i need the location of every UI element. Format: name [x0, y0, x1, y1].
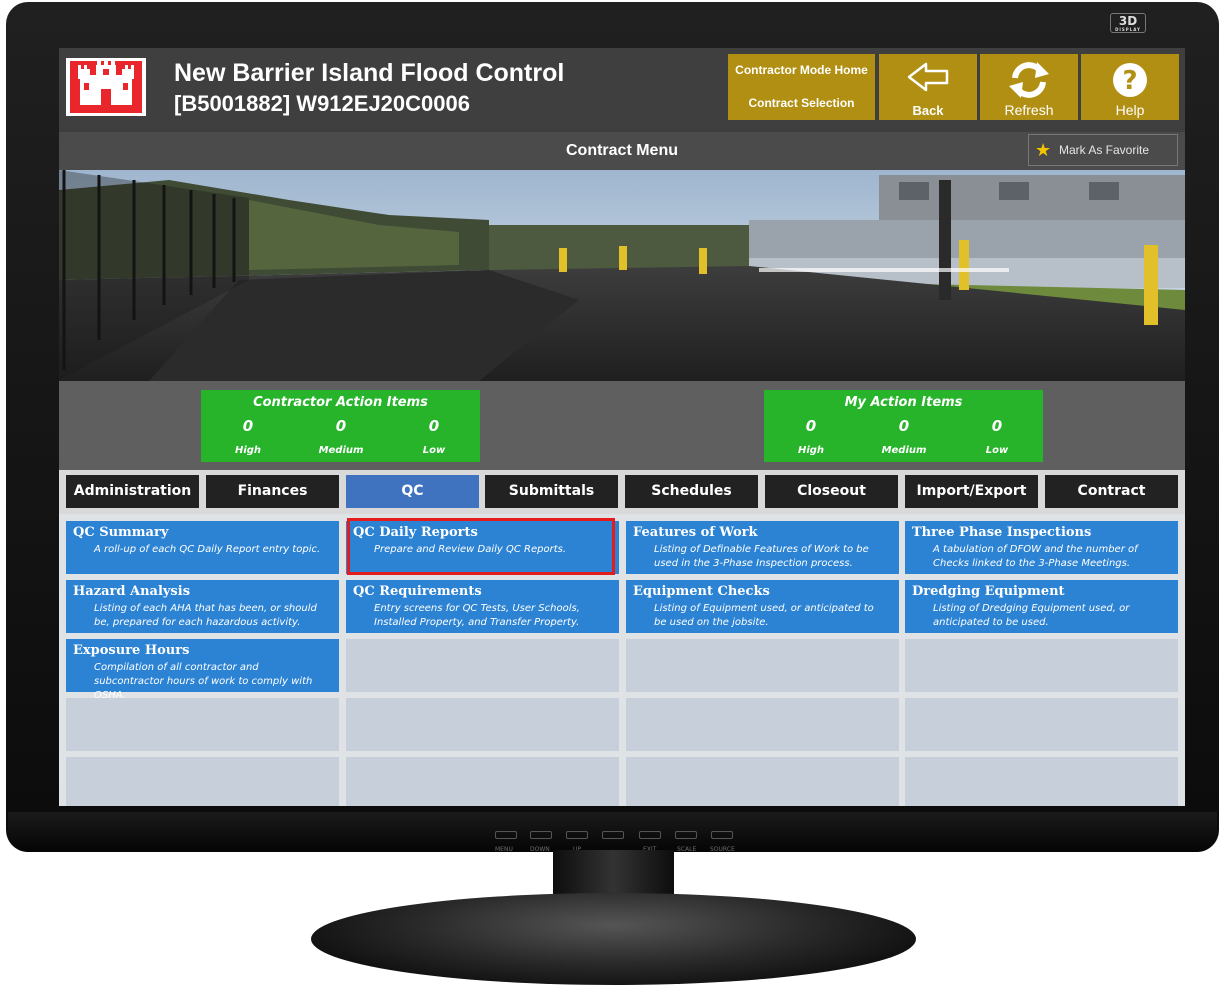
- svg-text:?: ?: [1122, 66, 1137, 96]
- my-low-count: 0: [991, 417, 1003, 435]
- exposure-hours-tile[interactable]: Exposure Hours Compilation of all contra…: [66, 639, 339, 701]
- hazard-analysis-tile[interactable]: Hazard Analysis Listing of each AHA that…: [66, 580, 339, 633]
- 3d-display-badge: 3D DISPLAY: [1110, 13, 1146, 33]
- back-label: Back: [912, 103, 944, 118]
- tab-import-export[interactable]: Import/Export: [905, 475, 1038, 508]
- app-header: New Barrier Island Flood Control [B50018…: [59, 48, 1185, 128]
- tile-title: QC Summary: [73, 525, 169, 540]
- contractor-high-count: 0: [242, 417, 254, 435]
- monitor-menu-label: MENU: [495, 846, 513, 853]
- contractor-high-label: High: [234, 445, 262, 456]
- equipment-checks-tile[interactable]: Equipment Checks Listing of Equipment us…: [626, 580, 899, 633]
- tile-description: Compilation of all contractor and subcon…: [94, 662, 313, 701]
- back-button[interactable]: Back: [879, 54, 977, 120]
- tile-title: Hazard Analysis: [73, 584, 191, 599]
- back-arrow-icon: [907, 62, 949, 92]
- contract-selection-button[interactable]: Contract Selection: [728, 87, 875, 120]
- monitor-power-button[interactable]: [602, 831, 624, 839]
- my-high-label: High: [797, 445, 825, 456]
- tile-title: Equipment Checks: [633, 584, 770, 599]
- tile-title: Three Phase Inspections: [912, 525, 1092, 540]
- monitor-stand-base: [311, 893, 916, 985]
- app-screen: New Barrier Island Flood Control [B50018…: [59, 48, 1185, 806]
- empty-tile: [905, 698, 1178, 751]
- tile-description: Listing of Definable Features of Work to…: [654, 544, 869, 569]
- monitor-up-button[interactable]: [566, 831, 588, 839]
- tile-title: Exposure Hours: [73, 643, 190, 658]
- my-low-label: Low: [985, 445, 1009, 456]
- empty-tile: [626, 757, 899, 806]
- contractor-action-items-title: Contractor Action Items: [253, 395, 428, 410]
- qc-requirements-tile[interactable]: QC Requirements Entry screens for QC Tes…: [346, 580, 619, 633]
- tab-closeout[interactable]: Closeout: [765, 475, 898, 508]
- monitor-scale-button[interactable]: [675, 831, 697, 839]
- monitor-down-button[interactable]: [530, 831, 552, 839]
- features-of-work-tile[interactable]: Features of Work Listing of Definable Fe…: [626, 521, 899, 574]
- banner-photo: [59, 170, 1185, 381]
- monitor-menu-button[interactable]: [495, 831, 517, 839]
- contract-menu-bar: Contract Menu: [59, 132, 1185, 170]
- contract-title: New Barrier Island Flood Control: [174, 59, 565, 87]
- mark-as-favorite-button[interactable]: ★ Mark As Favorite: [1028, 134, 1178, 166]
- refresh-button[interactable]: Refresh: [980, 54, 1078, 120]
- tile-title: Dredging Equipment: [912, 584, 1065, 599]
- contractor-mode-home-button[interactable]: Contractor Mode Home: [728, 54, 875, 87]
- help-button[interactable]: ? Help: [1081, 54, 1179, 120]
- tile-description: Listing of Dredging Equipment used, or a…: [933, 603, 1130, 628]
- monitor-source-button[interactable]: [711, 831, 733, 839]
- empty-tile: [346, 639, 619, 692]
- tab-finances[interactable]: Finances: [206, 475, 339, 508]
- star-icon: ★: [1035, 140, 1052, 160]
- empty-tile: [626, 698, 899, 751]
- tab-administration[interactable]: Administration: [66, 475, 199, 508]
- contractor-medium-label: Medium: [318, 445, 364, 456]
- monitor-source-label: SOURCE: [710, 846, 735, 853]
- dredging-equipment-tile[interactable]: Dredging Equipment Listing of Dredging E…: [905, 580, 1178, 633]
- refresh-label: Refresh: [1004, 102, 1054, 118]
- monitor-exit-button[interactable]: [639, 831, 661, 839]
- contractor-medium-count: 0: [335, 417, 347, 435]
- my-action-items-title: My Action Items: [844, 395, 963, 410]
- tile-description: A tabulation of DFOW and the number of C…: [933, 544, 1138, 569]
- tile-description: Listing of each AHA that has been, or sh…: [94, 603, 317, 628]
- contractor-low-count: 0: [428, 417, 440, 435]
- mark-as-favorite-label: Mark As Favorite: [1059, 143, 1150, 157]
- tile-description: Entry screens for QC Tests, User Schools…: [374, 603, 580, 628]
- tile-title: Features of Work: [633, 525, 758, 540]
- tab-submittals[interactable]: Submittals: [485, 475, 618, 508]
- qc-daily-reports-tile[interactable]: QC Daily Reports Prepare and Review Dail…: [346, 521, 619, 574]
- tile-title: QC Daily Reports: [353, 525, 478, 540]
- monitor-scale-label: SCALE: [677, 846, 697, 853]
- qc-menu-grid: QC Summary A roll-up of each QC Daily Re…: [59, 514, 1185, 806]
- monitor-down-label: DOWN: [530, 846, 550, 853]
- empty-tile: [626, 639, 899, 692]
- three-phase-inspections-tile[interactable]: Three Phase Inspections A tabulation of …: [905, 521, 1178, 574]
- usace-castle-logo: [66, 58, 146, 116]
- contractor-action-items-panel[interactable]: Contractor Action Items 0 0 0 High Mediu…: [201, 390, 480, 462]
- help-label: Help: [1115, 102, 1145, 118]
- help-question-icon: ?: [1113, 63, 1147, 97]
- my-action-items-panel[interactable]: My Action Items 0 0 0 High Medium Low: [764, 390, 1043, 462]
- tile-description: A roll-up of each QC Daily Report entry …: [94, 544, 321, 555]
- contract-menu-title: Contract Menu: [566, 142, 678, 159]
- tab-qc[interactable]: QC: [346, 475, 479, 508]
- my-medium-count: 0: [898, 417, 910, 435]
- tile-description: Prepare and Review Daily QC Reports.: [374, 544, 567, 555]
- my-high-count: 0: [805, 417, 817, 435]
- refresh-icon: [1009, 62, 1049, 98]
- empty-tile: [66, 698, 339, 751]
- tab-schedules[interactable]: Schedules: [625, 475, 758, 508]
- tile-title: QC Requirements: [353, 584, 482, 599]
- contractor-low-label: Low: [422, 445, 446, 456]
- my-medium-label: Medium: [881, 445, 927, 456]
- empty-tile: [905, 757, 1178, 806]
- empty-tile: [346, 698, 619, 751]
- qc-summary-tile[interactable]: QC Summary A roll-up of each QC Daily Re…: [66, 521, 339, 574]
- contract-number: [B5001882] W912EJ20C0006: [174, 91, 470, 116]
- empty-tile: [346, 757, 619, 806]
- tile-description: Listing of Equipment used, or anticipate…: [654, 603, 874, 628]
- empty-tile: [905, 639, 1178, 692]
- tab-contract-reports[interactable]: Contract Reports: [1045, 475, 1178, 532]
- empty-tile: [66, 757, 339, 806]
